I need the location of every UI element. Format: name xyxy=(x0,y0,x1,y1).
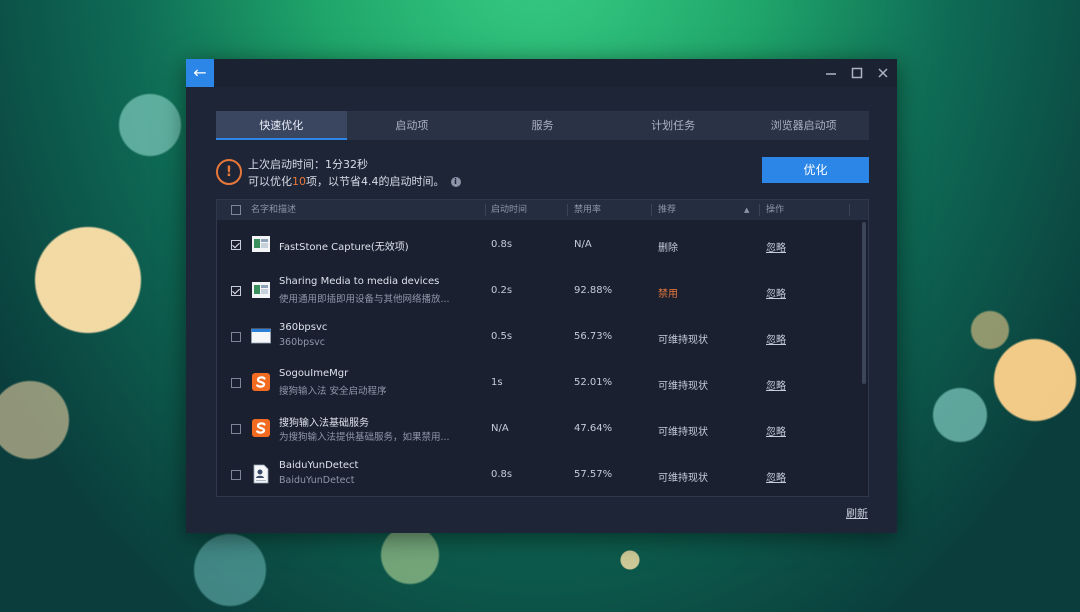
sogou-app-icon xyxy=(252,373,270,391)
row-description: BaiduYunDetect xyxy=(279,475,355,486)
row-description: 使用通用即插即用设备与其他网络播放... xyxy=(279,294,450,305)
row-disable-rate: 47.64% xyxy=(574,423,613,434)
info-icon[interactable]: i xyxy=(450,177,461,187)
ignore-link[interactable]: 忽略 xyxy=(766,239,786,254)
table-row[interactable]: 360bpsvc 360bpsvc 0.5s 56.73% 可维持现状 忽略 xyxy=(217,314,862,360)
table-row[interactable]: FastStone Capture(无效项) 0.8s N/A 删除 忽略 xyxy=(217,222,862,268)
table-scrollbar[interactable] xyxy=(862,222,866,384)
header-boot-time[interactable]: 启动时间 xyxy=(491,200,527,220)
row-name: 360bpsvc xyxy=(279,322,328,333)
header-disable-rate[interactable]: 禁用率 xyxy=(574,200,601,220)
minimize-icon[interactable] xyxy=(823,65,839,81)
optimize-summary: 可以优化10项，以节省4.4的启动时间。 i xyxy=(248,173,461,189)
optimize-button[interactable]: 优化 xyxy=(762,157,869,183)
row-name: SogouImeMgr xyxy=(279,368,349,379)
header-separator xyxy=(849,204,850,216)
row-name: FastStone Capture(无效项) xyxy=(279,242,409,253)
tab-bar: 快速优化 启动项 服务 计划任务 浏览器启动项 xyxy=(216,111,869,140)
row-boot-time: 0.8s xyxy=(491,469,513,480)
optimizable-count: 10 xyxy=(292,175,306,188)
360-window-app-icon xyxy=(251,328,271,344)
row-checkbox[interactable] xyxy=(231,240,241,250)
sort-asc-icon[interactable]: ▲ xyxy=(744,200,749,220)
row-checkbox[interactable] xyxy=(231,470,241,480)
row-description: 为搜狗输入法提供基础服务，如果禁用... xyxy=(279,432,450,443)
tab-scheduled-tasks[interactable]: 计划任务 xyxy=(608,111,739,140)
row-boot-time: 0.8s xyxy=(491,239,513,250)
table-row[interactable]: 搜狗输入法基础服务 为搜狗输入法提供基础服务，如果禁用... N/A 47.64… xyxy=(217,406,862,452)
back-arrow-icon: ← xyxy=(193,63,207,82)
header-recommend[interactable]: 推荐 xyxy=(658,200,676,220)
maximize-icon[interactable] xyxy=(849,65,865,81)
row-checkbox[interactable] xyxy=(231,286,241,296)
table-row[interactable]: Sharing Media to media devices 使用通用即插即用设… xyxy=(217,268,862,314)
row-disable-rate: 57.57% xyxy=(574,469,613,480)
tab-quick-optimize[interactable]: 快速优化 xyxy=(216,111,347,140)
row-disable-rate: 52.01% xyxy=(574,377,613,388)
header-separator xyxy=(567,204,568,216)
row-recommend: 可维持现状 xyxy=(658,335,708,346)
title-bar: ← xyxy=(186,59,897,87)
row-recommend: 禁用 xyxy=(658,289,678,300)
row-name: Sharing Media to media devices xyxy=(279,276,440,287)
optimizer-window: ← 快速优化 启动项 服务 计划任务 浏览器启动项 ! 上次启动时间：1分32秒… xyxy=(186,59,897,533)
row-boot-time: 0.5s xyxy=(491,331,513,342)
row-disable-rate: 56.73% xyxy=(574,331,613,342)
tab-services[interactable]: 服务 xyxy=(477,111,608,140)
sharing-media-app-icon xyxy=(252,282,270,298)
row-recommend: 删除 xyxy=(658,243,678,254)
tab-browser-startup[interactable]: 浏览器启动项 xyxy=(738,111,869,140)
ignore-link[interactable]: 忽略 xyxy=(766,469,786,484)
row-recommend: 可维持现状 xyxy=(658,473,708,484)
row-checkbox[interactable] xyxy=(231,332,241,342)
row-description: 搜狗输入法 安全启动程序 xyxy=(279,386,387,397)
row-name: 搜狗输入法基础服务 xyxy=(279,418,369,429)
row-disable-rate: N/A xyxy=(574,239,592,250)
row-boot-time: 0.2s xyxy=(491,285,513,296)
ignore-link[interactable]: 忽略 xyxy=(766,377,786,392)
faststone-app-icon xyxy=(252,236,270,252)
table-header: 名字和描述 启动时间 禁用率 推荐 ▲ 操作 xyxy=(217,200,868,220)
header-separator xyxy=(651,204,652,216)
row-name: BaiduYunDetect xyxy=(279,460,359,471)
row-disable-rate: 92.88% xyxy=(574,285,613,296)
header-separator xyxy=(759,204,760,216)
last-boot-time: 上次启动时间：1分32秒 xyxy=(248,158,368,171)
row-checkbox[interactable] xyxy=(231,378,241,388)
alert-icon: ! xyxy=(216,159,242,185)
header-separator xyxy=(485,204,486,216)
document-user-app-icon xyxy=(253,464,269,484)
row-recommend: 可维持现状 xyxy=(658,381,708,392)
select-all-checkbox[interactable] xyxy=(231,205,241,215)
items-table: 名字和描述 启动时间 禁用率 推荐 ▲ 操作 FastStone Capture… xyxy=(216,199,869,497)
header-name: 名字和描述 xyxy=(251,205,297,215)
back-button[interactable]: ← xyxy=(186,59,214,87)
tab-startup-items[interactable]: 启动项 xyxy=(347,111,478,140)
table-row[interactable]: SogouImeMgr 搜狗输入法 安全启动程序 1s 52.01% 可维持现状… xyxy=(217,360,862,406)
refresh-link[interactable]: 刷新 xyxy=(846,505,868,521)
ignore-link[interactable]: 忽略 xyxy=(766,285,786,300)
row-boot-time: N/A xyxy=(491,423,509,434)
row-recommend: 可维持现状 xyxy=(658,427,708,438)
summary-suffix: 项，以节省4.4的启动时间。 xyxy=(306,175,445,188)
table-row[interactable]: BaiduYunDetect BaiduYunDetect 0.8s 57.57… xyxy=(217,452,862,496)
summary-prefix: 可以优化 xyxy=(248,175,292,188)
row-checkbox[interactable] xyxy=(231,424,241,434)
close-icon[interactable] xyxy=(875,65,891,81)
row-description: 360bpsvc xyxy=(279,337,325,348)
ignore-link[interactable]: 忽略 xyxy=(766,423,786,438)
ignore-link[interactable]: 忽略 xyxy=(766,331,786,346)
row-boot-time: 1s xyxy=(491,377,503,388)
sogou-app-icon xyxy=(252,419,270,437)
header-action: 操作 xyxy=(766,205,785,215)
